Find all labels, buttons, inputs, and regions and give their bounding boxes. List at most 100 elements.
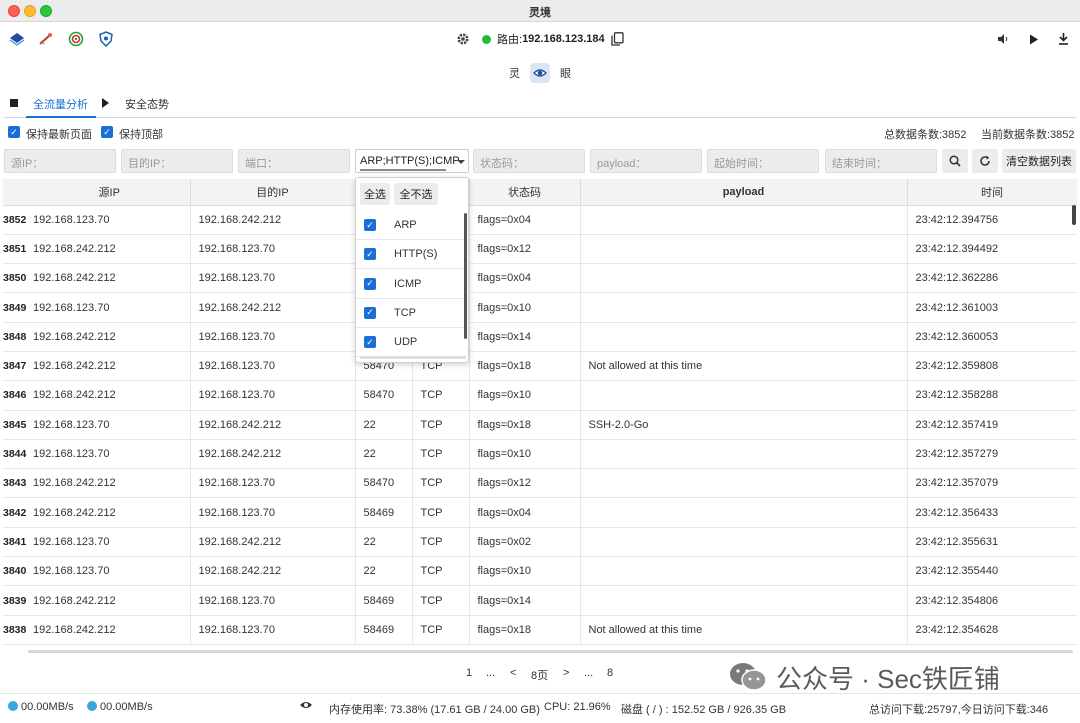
protocol-select[interactable]: ARP;HTTP(S);ICMP [355, 149, 469, 173]
page-prev[interactable]: < [510, 667, 516, 679]
shield-icon[interactable] [97, 30, 115, 48]
protocol-option-checkbox[interactable]: ✓ [364, 336, 376, 349]
status-code-input[interactable]: 状态码： [473, 149, 585, 173]
dropdown-horizontal-scrollbar[interactable] [360, 356, 466, 359]
protocol-option-label: HTTP(S) [394, 248, 438, 261]
table-row[interactable]: 3851 192.168.242.212 192.168.123.70 flags=0… [3, 234, 1077, 265]
clear-list-button[interactable]: 清空数据列表 [1002, 149, 1076, 173]
table-row[interactable]: 3838 192.168.242.212 192.168.123.70 58469 TC… [3, 615, 1077, 645]
brand-right-label: 眼 [560, 68, 571, 80]
cell-payload [580, 439, 908, 470]
cell-protocol: TCP [412, 380, 470, 411]
cell-src-ip: 192.168.242.212 [29, 615, 191, 645]
cell-time: 23:42:12.357079 [907, 468, 1077, 499]
col-header-dst-ip[interactable]: 目的IP [190, 179, 356, 206]
col-header-time[interactable]: 时间 [907, 179, 1077, 206]
protocol-option[interactable]: ✓ TCP [356, 299, 466, 328]
page-next[interactable]: > [563, 667, 569, 679]
play-tab-icon[interactable] [102, 98, 109, 108]
protocol-option-checkbox[interactable]: ✓ [364, 219, 376, 231]
dropdown-scrollbar[interactable] [464, 213, 467, 339]
refresh-icon [980, 155, 990, 166]
table-row[interactable]: 3840 192.168.123.70 192.168.242.212 22 TCP fl… [3, 556, 1077, 587]
table-header-row: 源IP 目的IP 状态码 payload 时间 [3, 179, 1077, 206]
protocol-option[interactable]: ✓ ARP [356, 211, 466, 240]
cell-port: 58469 [355, 497, 413, 528]
payload-input[interactable]: payload： [590, 149, 702, 173]
cell-protocol: TCP [412, 410, 470, 440]
col-header-src-ip[interactable]: 源IP [29, 179, 191, 206]
cell-dst-ip: 192.168.123.70 [190, 234, 356, 265]
protocol-option[interactable]: ✓ ICMP [356, 270, 466, 299]
dst-ip-input[interactable]: 目的IP： [121, 149, 233, 173]
volume-icon[interactable] [994, 30, 1012, 48]
protocol-option-checkbox[interactable]: ✓ [364, 277, 376, 290]
page-ellipsis-right[interactable]: ... [584, 667, 593, 679]
protocol-option[interactable]: ✓ HTTP(S) [356, 240, 466, 270]
select-all-button[interactable]: 全选 [360, 183, 390, 205]
table-row[interactable]: 3847 192.168.242.212 192.168.123.70 58470 TC… [3, 351, 1077, 382]
col-header-status[interactable]: 状态码 [469, 179, 581, 206]
col-header-payload[interactable]: payload [580, 179, 908, 206]
brand-switch: 灵 眼 [0, 58, 1080, 88]
page-last[interactable]: 8 [607, 667, 613, 679]
eye-status-icon[interactable] [299, 700, 313, 713]
eye-icon[interactable] [530, 63, 550, 83]
table-row[interactable]: 3841 192.168.123.70 192.168.242.212 22 TCP fl… [3, 527, 1077, 558]
copy-icon[interactable] [608, 30, 626, 48]
table-row[interactable]: 3846 192.168.242.212 192.168.123.70 58470 TC… [3, 380, 1077, 411]
table-horizontal-scrollbar[interactable] [28, 650, 1073, 653]
refresh-button[interactable] [972, 149, 998, 173]
table-row[interactable]: 3843 192.168.242.212 192.168.123.70 58470 TC… [3, 468, 1077, 499]
play-icon[interactable] [1025, 30, 1043, 48]
protocol-option-label: ICMP [394, 277, 422, 290]
src-ip-input[interactable]: 源IP： [4, 149, 116, 173]
gear-icon[interactable] [454, 30, 472, 48]
end-time-input[interactable]: 结束时间： [825, 149, 937, 173]
stop-icon[interactable] [10, 99, 18, 107]
keep-latest-checkbox[interactable]: ✓ [8, 126, 20, 138]
table-row[interactable]: 3850 192.168.242.212 192.168.123.70 flags=0… [3, 263, 1077, 294]
table-row[interactable]: 3849 192.168.123.70 192.168.242.212 flags=0… [3, 292, 1077, 323]
cell-status: flags=0x12 [469, 234, 581, 265]
cell-src-ip: 192.168.123.70 [29, 556, 191, 587]
row-index: 3840 [3, 556, 29, 587]
table-row[interactable]: 3839 192.168.242.212 192.168.123.70 58469 TC… [3, 585, 1077, 616]
col-header-index [3, 179, 29, 206]
protocol-option-checkbox[interactable]: ✓ [364, 306, 376, 319]
start-time-input[interactable]: 起始时间： [707, 149, 819, 173]
table-row[interactable]: 3848 192.168.242.212 192.168.123.70 flags=0… [3, 322, 1077, 352]
cell-status: flags=0x18 [469, 615, 581, 645]
download-icon[interactable] [1054, 30, 1072, 48]
search-button[interactable] [942, 149, 968, 173]
tab-bar: 全流量分析 安全态势 [0, 92, 1080, 118]
select-none-button[interactable]: 全不选 [394, 183, 438, 205]
table-vertical-scrollbar[interactable] [1072, 205, 1076, 225]
tab-security-posture[interactable]: 安全态势 [125, 96, 169, 112]
cell-status: flags=0x02 [469, 527, 581, 558]
stack-icon[interactable] [8, 30, 26, 48]
protocol-dropdown: 全选 全不选 ✓ ARP ✓ HTTP(S) ✓ ICMP ✓ TCP ✓ UDP [355, 177, 469, 363]
tab-full-traffic[interactable]: 全流量分析 [33, 96, 88, 112]
cell-port: 22 [355, 410, 413, 440]
table-row[interactable]: 3842 192.168.242.212 192.168.123.70 58469 TC… [3, 497, 1077, 528]
cell-src-ip: 192.168.242.212 [29, 234, 191, 265]
protocol-option-checkbox[interactable]: ✓ [364, 248, 376, 261]
keep-top-checkbox[interactable]: ✓ [101, 126, 113, 138]
cell-payload [580, 205, 908, 235]
protocol-option[interactable]: ✓ UDP [356, 328, 466, 358]
page-first[interactable]: 1 [466, 667, 472, 679]
keep-top-label: 保持顶部 [119, 129, 163, 141]
table-row[interactable]: 3852 192.168.123.70 192.168.242.212 flags=0… [3, 205, 1077, 235]
row-index: 3852 [3, 205, 29, 235]
rocket-icon[interactable] [37, 30, 55, 48]
port-input[interactable]: 端口： [238, 149, 350, 173]
cell-dst-ip: 192.168.123.70 [190, 351, 356, 382]
page-ellipsis-left[interactable]: ... [486, 667, 495, 679]
target-icon[interactable] [67, 30, 85, 48]
cell-dst-ip: 192.168.123.70 [190, 585, 356, 616]
cell-time: 23:42:12.354628 [907, 615, 1077, 645]
table-row[interactable]: 3845 192.168.123.70 192.168.242.212 22 TCP fl… [3, 410, 1077, 440]
table-row[interactable]: 3844 192.168.123.70 192.168.242.212 22 TCP fl… [3, 439, 1077, 470]
brand-left-label: 灵 [509, 68, 520, 80]
